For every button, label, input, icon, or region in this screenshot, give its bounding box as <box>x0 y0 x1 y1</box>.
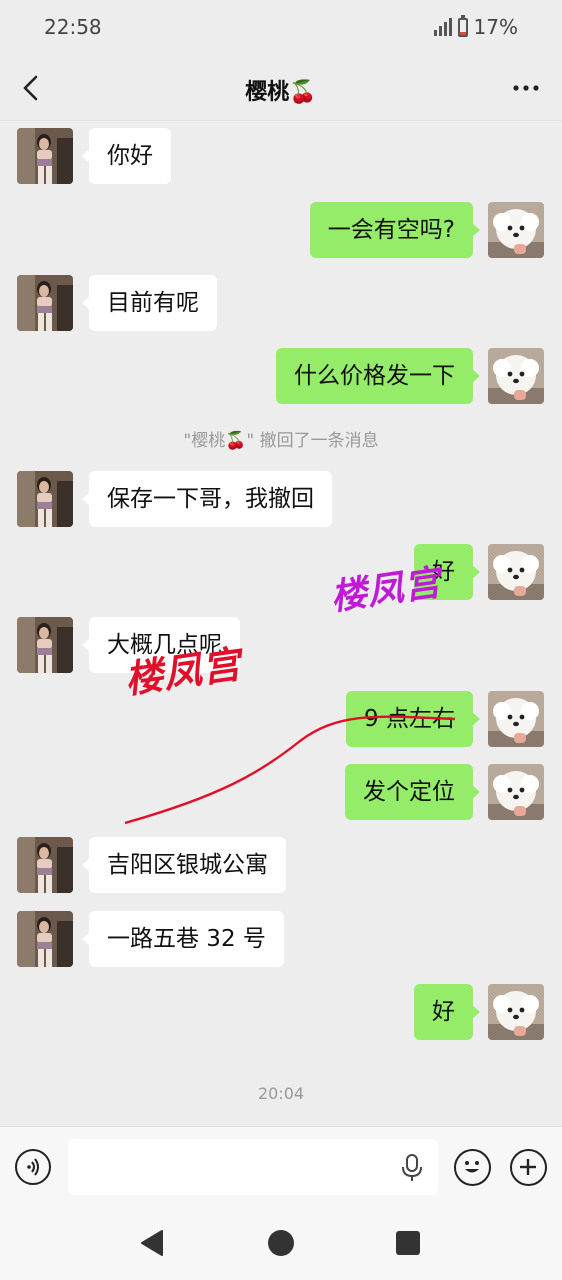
voice-toggle-icon <box>27 1158 39 1176</box>
microphone-icon[interactable] <box>398 1153 426 1183</box>
message-list[interactable]: 你好 一会有空吗? 目前有呢 什么价格发一下 "樱桃🍒" 撤回了一条消息 保存一… <box>0 121 562 1126</box>
triangle-back-icon[interactable] <box>138 1228 168 1258</box>
message-timestamp: 20:04 <box>257 1084 305 1103</box>
plus-button[interactable] <box>510 1149 547 1186</box>
message-bubble-outgoing[interactable]: 一会有空吗? <box>309 202 481 258</box>
contact-avatar[interactable] <box>17 911 73 967</box>
message-input[interactable] <box>68 1139 438 1195</box>
battery-percent: 17% <box>473 15 518 39</box>
message-bubble-incoming[interactable]: 你好 <box>82 128 171 184</box>
contact-avatar[interactable] <box>17 471 73 527</box>
circle-home-icon[interactable] <box>267 1229 295 1257</box>
plus-icon <box>520 1159 536 1175</box>
recall-notice: "樱桃🍒" 撤回了一条消息 <box>183 431 379 451</box>
my-avatar[interactable] <box>488 984 544 1040</box>
message-bubble-incoming[interactable]: 一路五巷 32 号 <box>82 911 284 967</box>
message-bubble-outgoing[interactable]: 什么价格发一下 <box>276 348 480 404</box>
chat-header: 樱桃🍒 <box>0 56 562 121</box>
my-avatar[interactable] <box>488 202 544 258</box>
contact-avatar[interactable] <box>17 128 73 184</box>
my-avatar[interactable] <box>488 348 544 404</box>
square-recents-icon[interactable] <box>395 1230 421 1256</box>
contact-avatar[interactable] <box>17 275 73 331</box>
message-bubble-outgoing[interactable]: 好 <box>414 984 480 1040</box>
watermark-curve <box>124 715 456 825</box>
more-button[interactable] <box>504 70 548 106</box>
message-bubble-incoming[interactable]: 目前有呢 <box>82 275 217 331</box>
emoji-icon <box>465 1161 479 1173</box>
message-bubble-incoming[interactable]: 吉阳区银城公寓 <box>82 837 286 893</box>
message-bubble-incoming[interactable]: 保存一下哥，我撤回 <box>82 471 332 527</box>
chat-title: 樱桃🍒 <box>245 80 317 105</box>
battery-icon <box>457 14 468 37</box>
status-time: 22:58 <box>44 15 102 39</box>
system-navigation-bar <box>0 1208 562 1280</box>
voice-toggle-button[interactable] <box>15 1149 51 1185</box>
battery-level <box>459 31 466 35</box>
input-bar <box>0 1126 562 1209</box>
status-indicators: 17% <box>433 14 518 39</box>
emoji-button[interactable] <box>454 1149 491 1186</box>
contact-avatar[interactable] <box>17 837 73 893</box>
signal-icon <box>433 18 452 36</box>
status-bar: 22:58 17% <box>0 0 562 56</box>
more-dots-icon <box>513 85 539 91</box>
